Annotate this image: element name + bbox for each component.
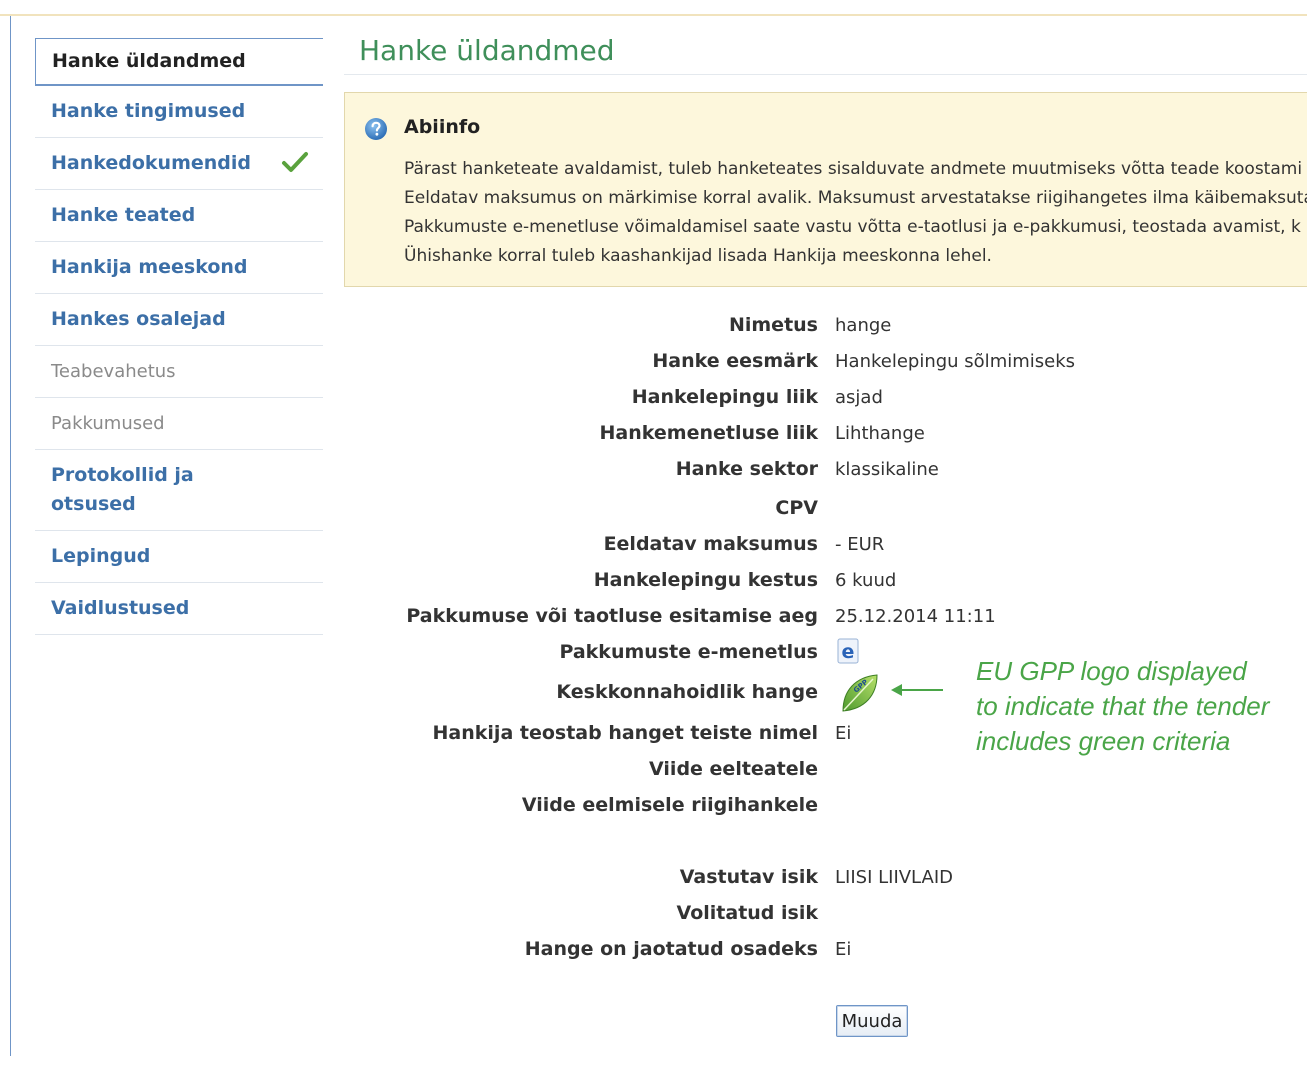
sidebar-item-vaidlustused[interactable]: Vaidlustused bbox=[35, 583, 323, 635]
help-line: Ühishanke korral tuleb kaashankijad lisa… bbox=[404, 246, 992, 266]
annotation-line: EU GPP logo displayed bbox=[976, 656, 1247, 686]
detail-value: asjad bbox=[835, 387, 883, 408]
detail-value: LIISI LIIVLAID bbox=[835, 867, 953, 888]
detail-value: Ei bbox=[835, 723, 852, 744]
e-procedure-icon: e bbox=[837, 638, 859, 664]
sidebar-item-label: Hankedokumendid bbox=[51, 152, 252, 174]
detail-value: hange bbox=[835, 315, 892, 336]
detail-value: Hankelepingu sõlmimiseks bbox=[835, 351, 1076, 372]
detail-value: Lihthange bbox=[835, 423, 925, 444]
eu-gpp-logo-icon: GPP bbox=[842, 674, 878, 712]
detail-row-viide-eelmisele: Viide eelmisele riigihankele bbox=[344, 790, 1307, 822]
detail-row-volitatud-isik: Volitatud isik bbox=[344, 898, 1307, 930]
detail-row-eeldatav-maksumus: Eeldatav maksumus - EUR bbox=[344, 529, 1307, 561]
detail-label: Hankelepingu kestus bbox=[593, 569, 818, 591]
sidebar-item-label: Lepingud bbox=[51, 545, 151, 567]
annotation-line: to indicate that the tender bbox=[976, 691, 1270, 721]
sidebar-item-label: Protokollid ja bbox=[51, 464, 194, 486]
detail-label: Hanke eesmärk bbox=[652, 350, 818, 372]
annotation-line: includes green criteria bbox=[976, 726, 1231, 756]
detail-label: CPV bbox=[775, 497, 818, 519]
sidebar-item-label: Hankija meeskond bbox=[51, 256, 248, 278]
annotation-arrow-icon bbox=[891, 684, 943, 696]
detail-label: Hankelepingu liik bbox=[631, 386, 818, 408]
detail-label: Vastutav isik bbox=[679, 866, 818, 888]
sidebar-item-label: Vaidlustused bbox=[51, 597, 190, 619]
detail-label: Hankemenetluse liik bbox=[599, 422, 818, 444]
sidebar-item-hanke-uldandmed[interactable]: Hanke üldandmed bbox=[35, 38, 323, 86]
top-divider bbox=[0, 14, 1307, 16]
help-title: Abiinfo bbox=[404, 116, 481, 138]
detail-label: Hange on jaotatud osadeks bbox=[524, 938, 818, 960]
detail-row-hanke-eesmark: Hanke eesmärk Hankelepingu sõlmimiseks bbox=[344, 346, 1307, 378]
left-frame-border bbox=[10, 16, 11, 1056]
detail-label: Keskkonnahoidlik hange bbox=[556, 681, 818, 703]
checkmark-icon bbox=[282, 152, 308, 172]
detail-value: 25.12.2014 11:11 bbox=[835, 606, 996, 627]
help-line: Eeldatav maksumus on märkimise korral av… bbox=[404, 188, 1307, 208]
detail-row-hankemenetluse-liik: Hankemenetluse liik Lihthange bbox=[344, 418, 1307, 450]
detail-value: 6 kuud bbox=[835, 570, 897, 591]
sidebar-item-label: Hankes osalejad bbox=[51, 308, 226, 330]
sidebar-item-hanke-teated[interactable]: Hanke teated bbox=[35, 190, 323, 242]
help-text: Pärast hanketeate avaldamist, tuleb hank… bbox=[404, 155, 1307, 271]
detail-row-esitamise-aeg: Pakkumuse või taotluse esitamise aeg 25.… bbox=[344, 601, 1307, 633]
detail-row-jaotatud-osadeks: Hange on jaotatud osadeks Ei bbox=[344, 934, 1307, 966]
detail-label: Nimetus bbox=[728, 314, 818, 336]
sidebar-item-hankes-osalejad[interactable]: Hankes osalejad bbox=[35, 294, 323, 346]
sidebar-item-protokollid-ja-otsused[interactable]: Protokollid ja otsused bbox=[35, 450, 323, 531]
page-title: Hanke üldandmed bbox=[359, 34, 615, 67]
detail-label: Volitatud isik bbox=[676, 902, 818, 924]
sidebar-item-label: Hanke tingimused bbox=[51, 100, 246, 122]
detail-row-hankelepingu-liik: Hankelepingu liik asjad bbox=[344, 382, 1307, 414]
sidebar-item-label: Hanke teated bbox=[51, 204, 196, 226]
gpp-annotation: EU GPP logo displayed to indicate that t… bbox=[976, 654, 1286, 759]
help-line: Pärast hanketeate avaldamist, tuleb hank… bbox=[404, 159, 1303, 179]
detail-row-vastutav-isik: Vastutav isik LIISI LIIVLAID bbox=[344, 862, 1307, 894]
detail-label: Hankija teostab hanget teiste nimel bbox=[432, 722, 818, 744]
svg-text:e: e bbox=[842, 641, 855, 663]
detail-value: klassikaline bbox=[835, 459, 939, 480]
sidebar-item-label: Hanke üldandmed bbox=[52, 50, 246, 72]
detail-row-cpv: CPV bbox=[344, 493, 1307, 525]
detail-label: Eeldatav maksumus bbox=[603, 533, 818, 555]
sidebar-item-label-line2: otsused bbox=[51, 493, 136, 515]
sidebar-item-lepingud[interactable]: Lepingud bbox=[35, 531, 323, 583]
detail-label: Viide eelmisele riigihankele bbox=[521, 794, 818, 816]
sidebar-item-label: Pakkumused bbox=[51, 413, 165, 434]
detail-value: - EUR bbox=[835, 534, 885, 555]
detail-value: Ei bbox=[835, 939, 852, 960]
sidebar-item-hankedokumendid[interactable]: Hankedokumendid bbox=[35, 138, 323, 190]
detail-row-hankelepingu-kestus: Hankelepingu kestus 6 kuud bbox=[344, 565, 1307, 597]
question-icon bbox=[365, 118, 387, 140]
detail-label: Pakkumuse või taotluse esitamise aeg bbox=[406, 605, 818, 627]
help-panel: Abiinfo Pärast hanketeate avaldamist, tu… bbox=[344, 92, 1307, 287]
edit-button[interactable]: Muuda bbox=[836, 1005, 908, 1037]
sidebar-item-hanke-tingimused[interactable]: Hanke tingimused bbox=[35, 86, 323, 138]
sidebar-nav: Hanke üldandmed Hanke tingimused Hankedo… bbox=[35, 38, 323, 635]
help-line: Pakkumuste e-menetluse võimaldamisel saa… bbox=[404, 217, 1301, 237]
detail-label: Pakkumuste e-menetlus bbox=[559, 641, 818, 663]
detail-row-nimetus: Nimetus hange bbox=[344, 310, 1307, 342]
detail-label: Hanke sektor bbox=[675, 458, 818, 480]
sidebar-item-label: Teabevahetus bbox=[51, 361, 176, 382]
detail-row-hanke-sektor: Hanke sektor klassikaline bbox=[344, 454, 1307, 486]
sidebar-item-teabevahetus: Teabevahetus bbox=[35, 346, 323, 398]
sidebar-item-pakkumused: Pakkumused bbox=[35, 398, 323, 450]
detail-label: Viide eelteatele bbox=[649, 758, 818, 780]
title-divider bbox=[344, 74, 1307, 75]
sidebar-item-hankija-meeskond[interactable]: Hankija meeskond bbox=[35, 242, 323, 294]
